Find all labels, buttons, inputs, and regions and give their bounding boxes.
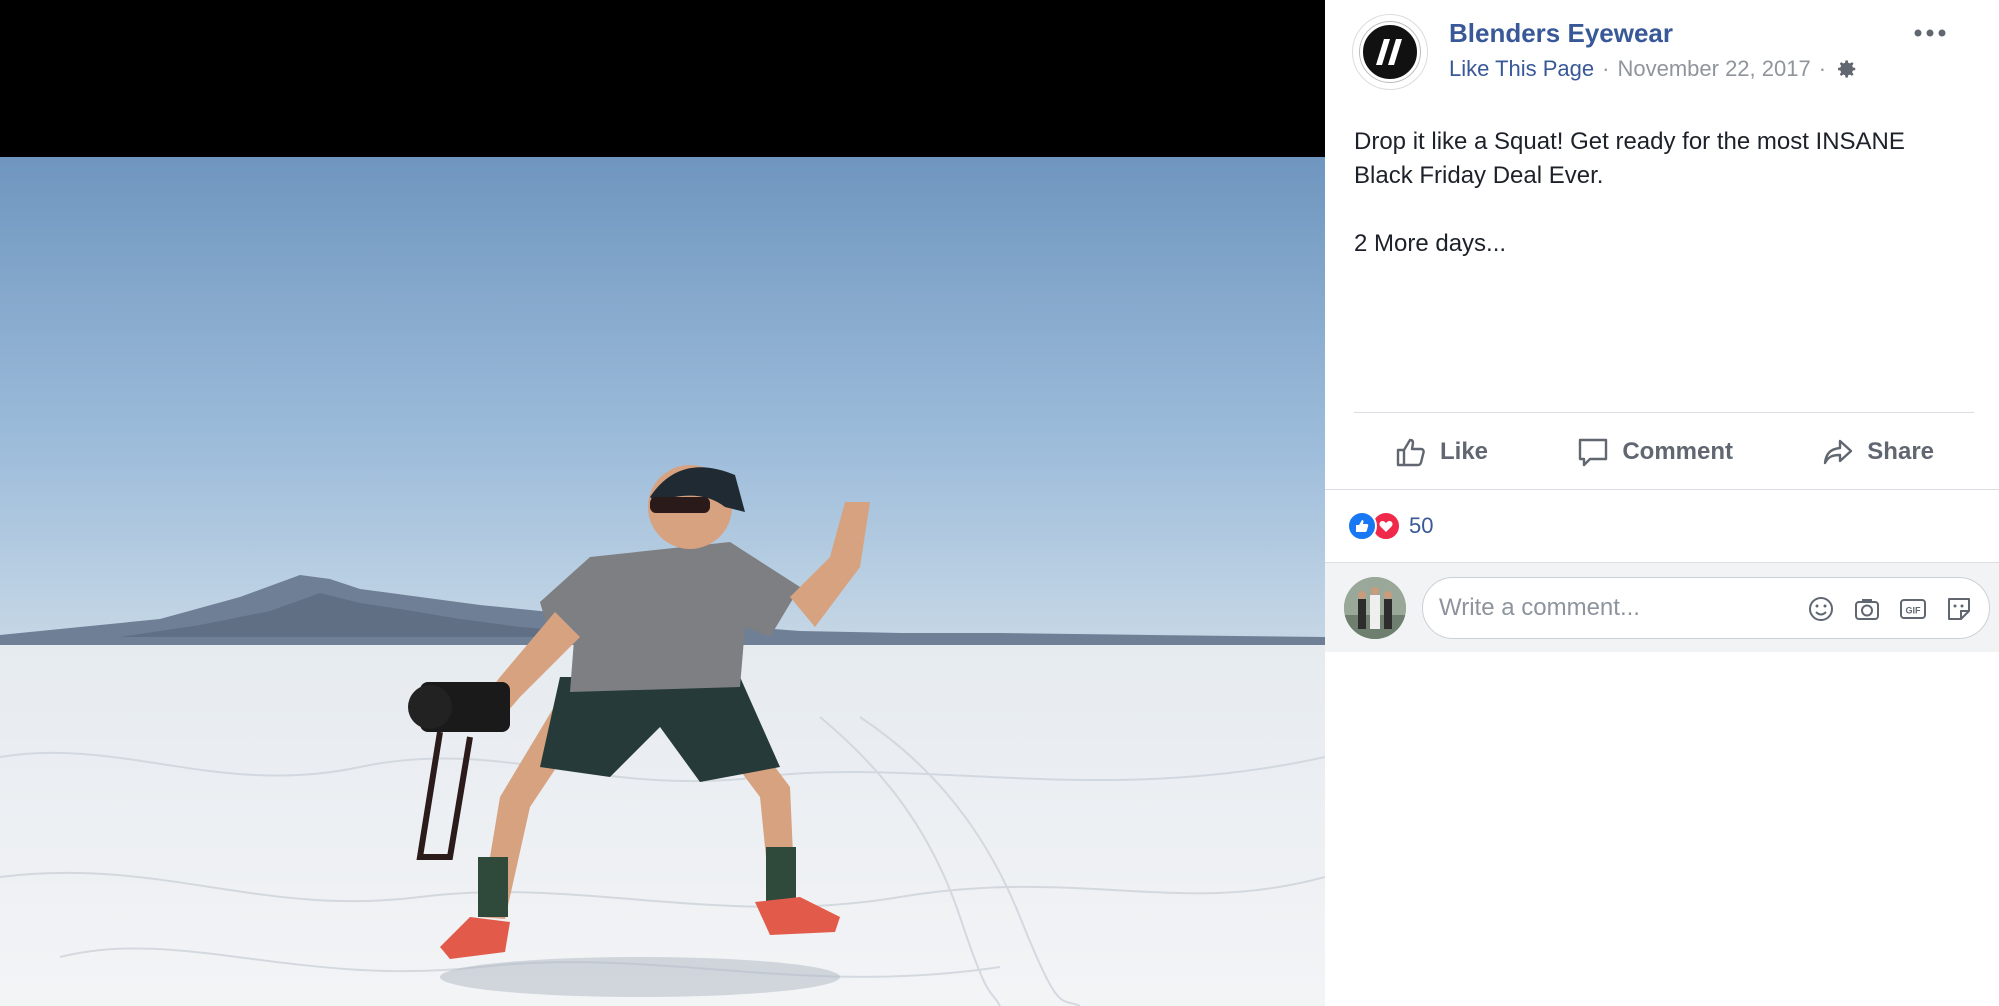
comment-icon [1579,438,1608,467]
divider [1325,489,1999,490]
comment-tools: GIF [1805,593,1975,625]
share-button[interactable]: Share [1821,435,1934,469]
comment-label: Comment [1622,438,1733,465]
svg-text:GIF: GIF [1906,606,1922,616]
meta-separator: · [1602,56,1610,81]
more-options-icon[interactable] [1913,26,1947,38]
share-icon [1824,439,1853,465]
page-name-link[interactable]: Blenders Eyewear [1449,18,1673,49]
thumbs-up-icon [1396,438,1425,467]
post-actions-bar: Like Comment Share [1354,424,1974,480]
salt-flats-photo-illustration [0,157,1325,1006]
comment-composer: GIF [1325,562,1999,652]
comment-box: GIF [1422,577,1990,639]
photo-viewer [0,0,1325,1006]
emoji-icon[interactable] [1805,593,1837,625]
comment-input[interactable] [1439,578,1779,638]
comment-button[interactable]: Comment [1576,435,1733,469]
post-date[interactable]: November 22, 2017 [1617,56,1810,82]
post-meta: Like This Page · November 22, 2017 · [1449,56,1858,82]
reaction-count[interactable]: 50 [1409,513,1433,539]
post-text-paragraph: 2 More days... [1354,230,1507,257]
like-reaction-icon [1347,511,1377,541]
page-avatar[interactable] [1352,14,1428,90]
post-text-paragraph: Drop it like a Squat! Get ready for the … [1354,128,1905,189]
post-message: Drop it like a Squat! Get ready for the … [1354,125,1954,295]
gif-icon[interactable]: GIF [1897,593,1929,625]
gear-icon[interactable] [1836,58,1858,80]
sticker-icon[interactable] [1943,593,1975,625]
post-photo[interactable] [0,157,1325,1006]
post-header: Blenders Eyewear Like This Page · Novemb… [1352,12,1972,92]
meta-separator: · [1818,56,1827,81]
reactions-summary[interactable]: 50 [1347,508,1433,544]
user-avatar[interactable] [1344,577,1406,639]
divider [1354,412,1974,413]
like-this-page-link[interactable]: Like This Page [1449,56,1594,82]
brand-logo-icon [1360,22,1420,82]
facebook-photo-theater: Blenders Eyewear Like This Page · Novemb… [0,0,1999,1006]
post-side-panel: Blenders Eyewear Like This Page · Novemb… [1325,0,1999,1006]
camera-icon[interactable] [1851,593,1883,625]
like-button[interactable]: Like [1394,435,1488,469]
like-label: Like [1440,438,1489,465]
share-label: Share [1867,438,1934,465]
